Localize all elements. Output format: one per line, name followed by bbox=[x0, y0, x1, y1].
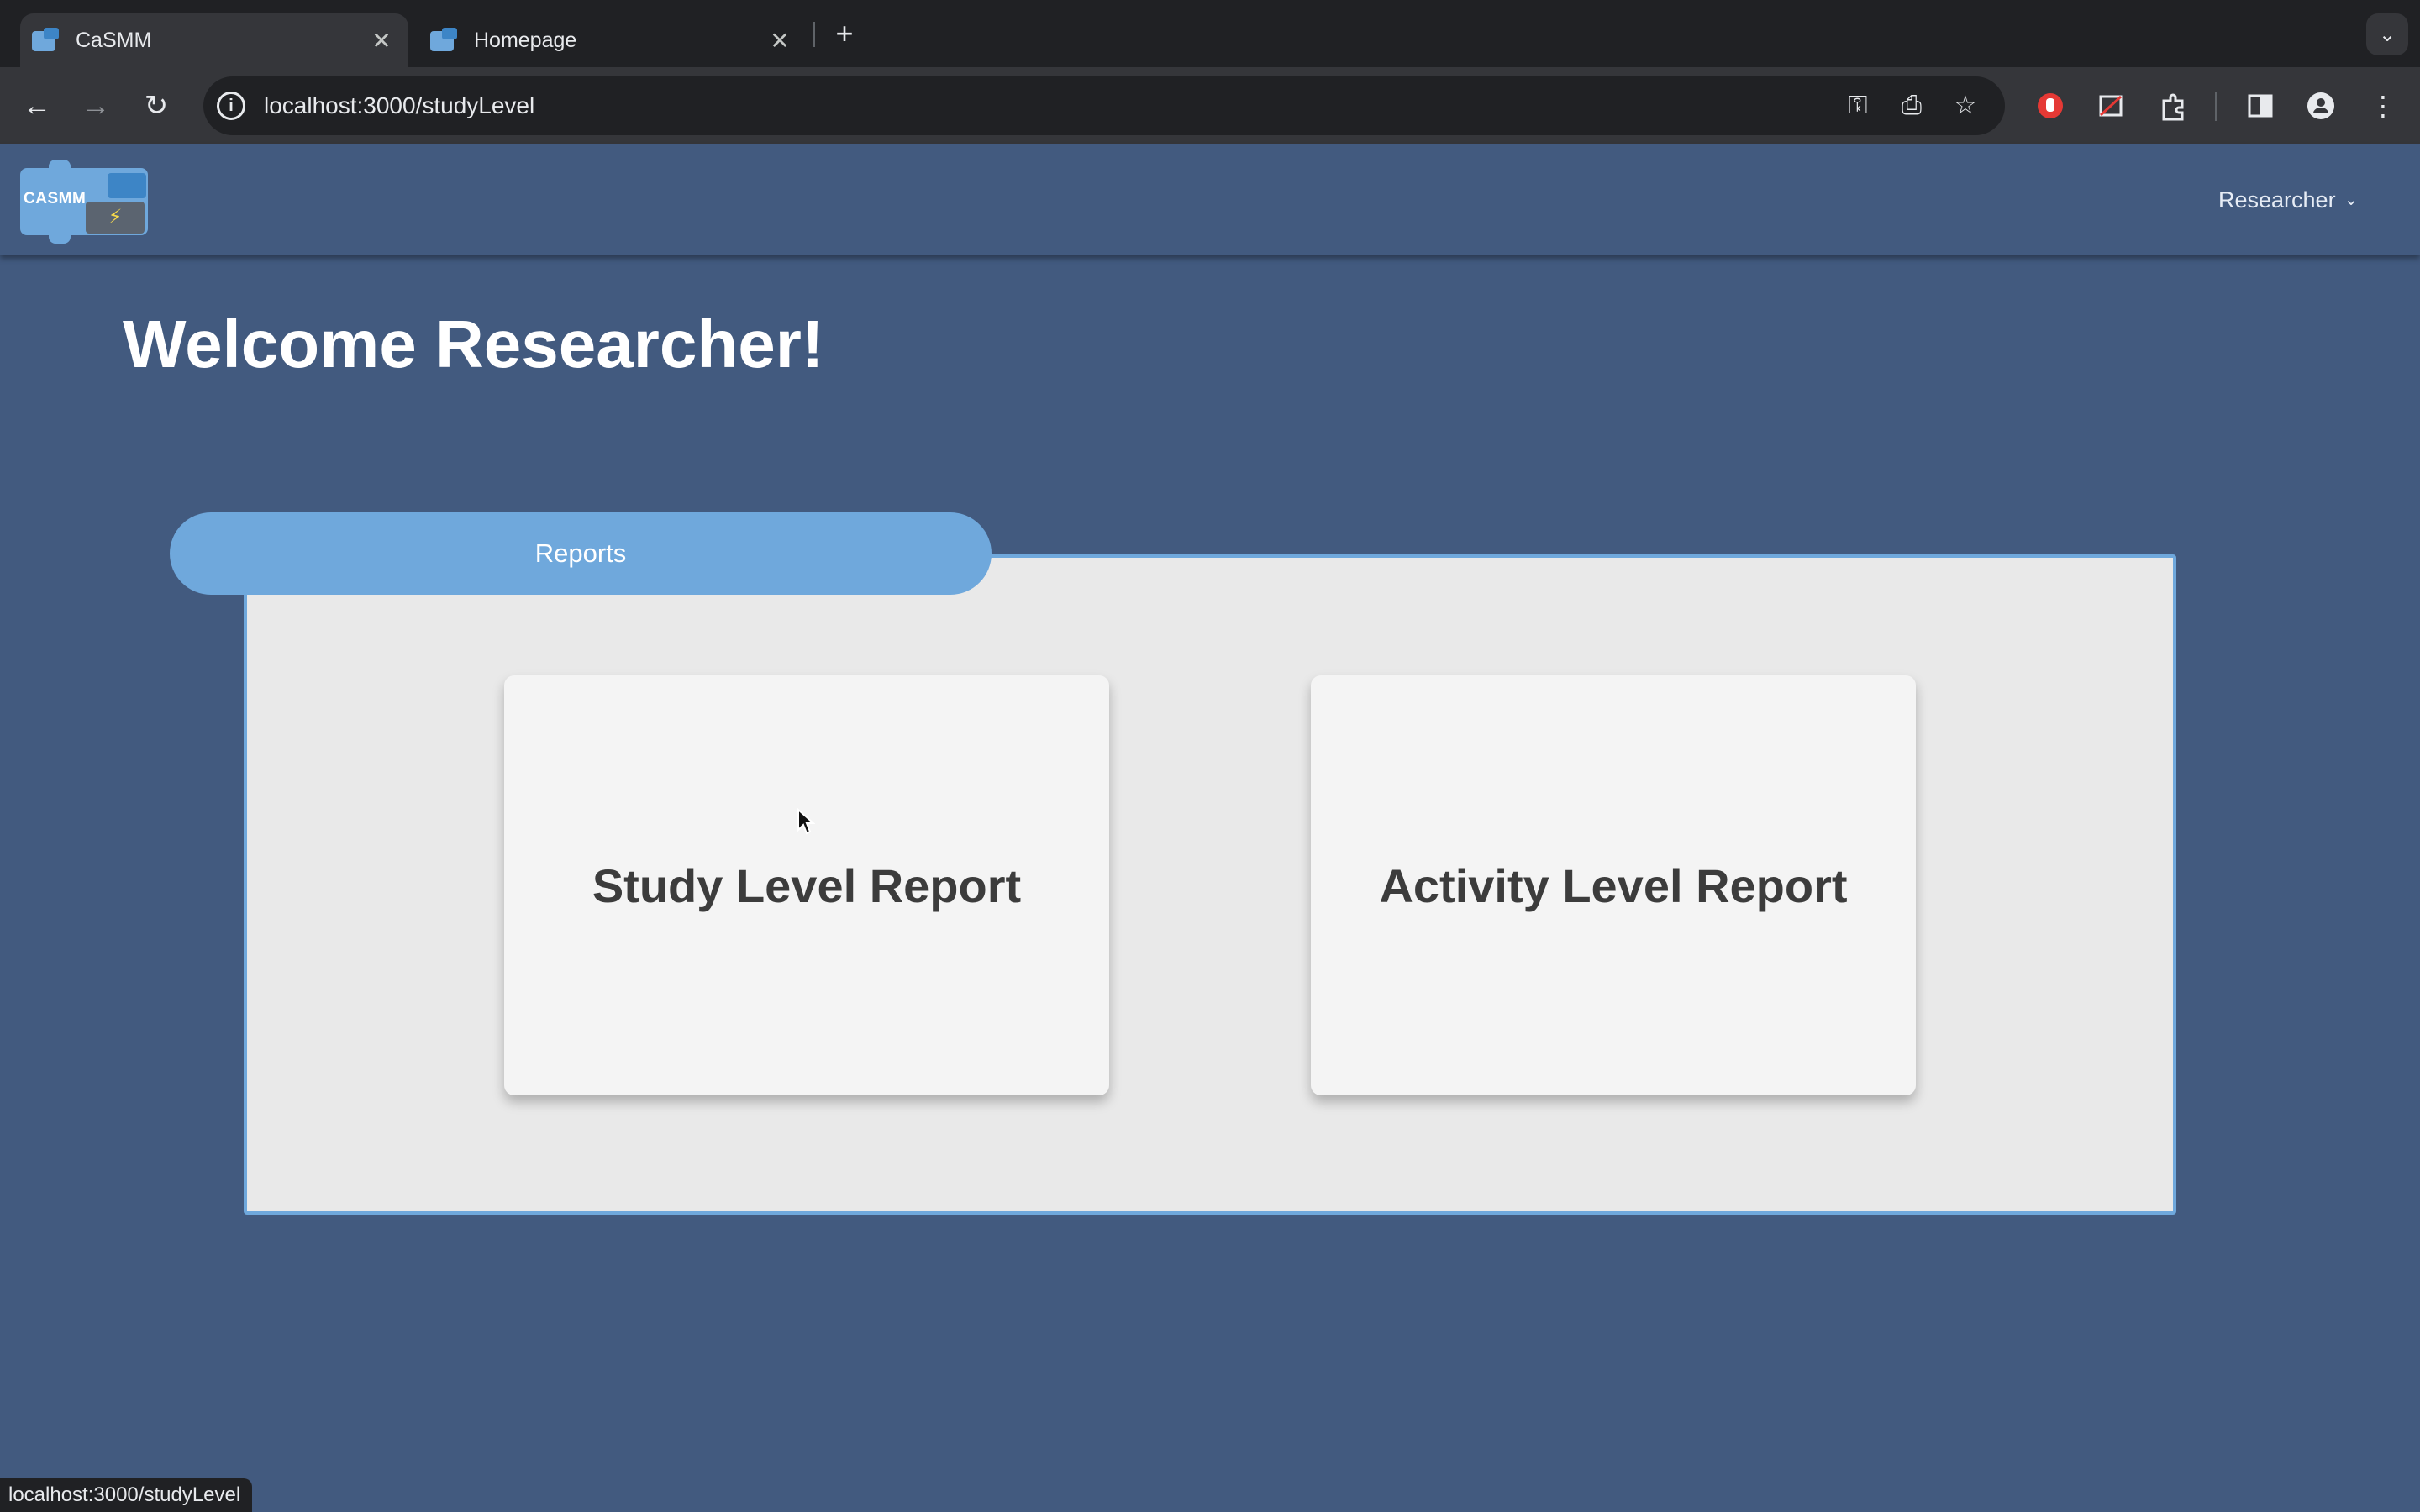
close-tab-icon[interactable]: ✕ bbox=[365, 27, 398, 55]
app-header: ⚡ CASMM Researcher ⌄ bbox=[0, 144, 2420, 255]
logo-text: CASMM bbox=[24, 190, 87, 207]
reload-icon[interactable]: ↻ bbox=[133, 82, 180, 129]
bookmark-star-icon[interactable]: ☆ bbox=[1946, 87, 1985, 125]
forward-icon[interactable]: → bbox=[72, 82, 119, 129]
close-tab-icon[interactable]: ✕ bbox=[763, 27, 797, 55]
tab-search-chevron-icon[interactable]: ⌄ bbox=[2366, 13, 2408, 55]
site-info-icon[interactable]: i bbox=[217, 92, 245, 120]
tab-title: Homepage bbox=[474, 28, 577, 52]
tab-separator bbox=[813, 22, 815, 47]
new-tab-button[interactable]: + bbox=[828, 15, 861, 52]
status-bar-url: localhost:3000/studyLevel bbox=[0, 1478, 253, 1512]
mouse-cursor-icon bbox=[797, 808, 815, 835]
password-key-icon[interactable]: ⚿ bbox=[1839, 87, 1877, 125]
study-level-report-card[interactable]: Study Level Report bbox=[504, 675, 1109, 1095]
casmm-favicon-icon bbox=[32, 28, 60, 53]
extension-adblock-icon[interactable] bbox=[2027, 82, 2074, 129]
browser-toolbar: ← → ↻ i localhost:3000/studyLevel ⚿ ⎙ ☆ … bbox=[0, 67, 2420, 144]
address-url[interactable]: localhost:3000/studyLevel bbox=[264, 76, 534, 135]
browser-tab-strip: CaSMM ✕ Homepage ✕ + ⌄ bbox=[0, 0, 2420, 67]
chevron-down-icon: ⌄ bbox=[2344, 191, 2359, 209]
casmm-favicon-icon bbox=[430, 28, 459, 53]
extensions-puzzle-icon[interactable] bbox=[2149, 82, 2196, 129]
install-app-icon[interactable]: ⎙ bbox=[1892, 87, 1931, 125]
menu-kebab-icon[interactable]: ⋮ bbox=[2360, 82, 2407, 129]
reports-tab[interactable]: Reports bbox=[170, 512, 992, 595]
tab-title: CaSMM bbox=[76, 28, 152, 52]
activity-level-report-card[interactable]: Activity Level Report bbox=[1311, 675, 1916, 1095]
profile-icon[interactable] bbox=[2297, 82, 2344, 129]
extension-icon-2[interactable] bbox=[2087, 82, 2134, 129]
toolbar-separator bbox=[2215, 92, 2217, 121]
lightning-icon: ⚡ bbox=[86, 202, 145, 234]
tab-homepage[interactable]: Homepage ✕ bbox=[418, 13, 807, 67]
tab-casmm[interactable]: CaSMM ✕ bbox=[20, 13, 408, 67]
researcher-dropdown[interactable]: Researcher ⌄ bbox=[2218, 181, 2358, 218]
address-bar[interactable]: i localhost:3000/studyLevel ⚿ ⎙ ☆ bbox=[203, 76, 2005, 135]
role-menu-label: Researcher bbox=[2218, 187, 2336, 213]
back-icon[interactable]: ← bbox=[13, 82, 60, 129]
side-panel-icon[interactable] bbox=[2237, 82, 2284, 129]
casmm-logo[interactable]: ⚡ CASMM bbox=[20, 160, 151, 244]
page-title: Welcome Researcher! bbox=[123, 307, 824, 381]
